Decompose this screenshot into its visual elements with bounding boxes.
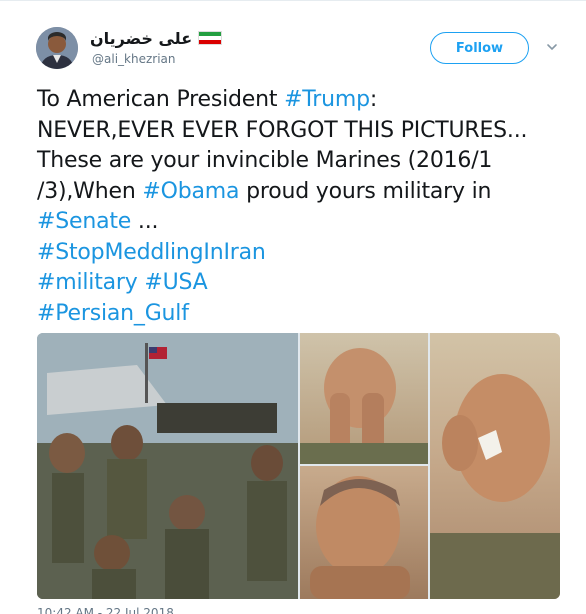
hashtag-link[interactable]: #Persian_Gulf xyxy=(37,301,189,326)
tweet-timestamp[interactable]: 10:42 AM - 22 Jul 2018 xyxy=(37,606,174,614)
tweet-text: To American President #Trump: NEVER,EVER … xyxy=(37,85,557,329)
tweet-line: #Persian_Gulf xyxy=(37,299,557,330)
tweet-line: These are your invincible Marines (2016/… xyxy=(37,146,557,177)
tweet-media[interactable] xyxy=(37,333,560,599)
tweet-line: NEVER,EVER EVER FORGOT THIS PICTURES... xyxy=(37,116,557,147)
photo-marine-face-c[interactable] xyxy=(300,466,428,599)
tweet-line: To American President #Trump: xyxy=(37,85,557,116)
hashtag-link[interactable]: #military xyxy=(37,270,138,295)
display-name[interactable]: علی خضریان xyxy=(90,29,192,48)
photo-marines-on-boat[interactable] xyxy=(37,333,298,599)
name-row: علی خضریان xyxy=(90,28,223,48)
tweet-card: علی خضریان @ali_khezrian Follow To Ameri… xyxy=(0,0,586,614)
tweet-text-segment: NEVER,EVER EVER FORGOT THIS PICTURES... xyxy=(37,117,528,143)
hashtag-link[interactable]: #StopMeddlingInIran xyxy=(37,240,266,265)
user-handle[interactable]: @ali_khezrian xyxy=(92,52,175,66)
avatar-image xyxy=(36,27,78,69)
tweet-text-segment: These are your invincible Marines (2016/… xyxy=(37,148,493,173)
hashtag-link[interactable]: #USA xyxy=(144,270,207,295)
iran-flag-icon xyxy=(198,31,223,45)
tweet-text-segment: To American President xyxy=(37,87,285,112)
hashtag-link[interactable]: #Obama xyxy=(142,179,239,204)
photo-marine-face-b[interactable] xyxy=(430,333,560,599)
tweet-text-segment: /3),When xyxy=(37,178,143,204)
follow-button[interactable]: Follow xyxy=(430,32,529,64)
tweet-line: #StopMeddlingInIran xyxy=(37,238,557,269)
tweet-text-segment: proud yours military in xyxy=(239,178,492,204)
hashtag-link[interactable]: #Senate xyxy=(37,209,131,234)
photo-marine-face-a[interactable] xyxy=(300,333,428,464)
hashtag-link[interactable]: #Trump xyxy=(284,87,370,112)
avatar[interactable] xyxy=(36,27,78,69)
tweet-text-segment: : xyxy=(369,87,378,112)
chevron-down-icon[interactable] xyxy=(546,41,558,53)
tweet-line: #Senate ... xyxy=(37,207,557,238)
tweet-line: #military #USA xyxy=(37,268,557,299)
tweet-text-segment: ... xyxy=(131,209,159,234)
tweet-line: /3),When #Obama proud yours military in xyxy=(37,177,557,208)
